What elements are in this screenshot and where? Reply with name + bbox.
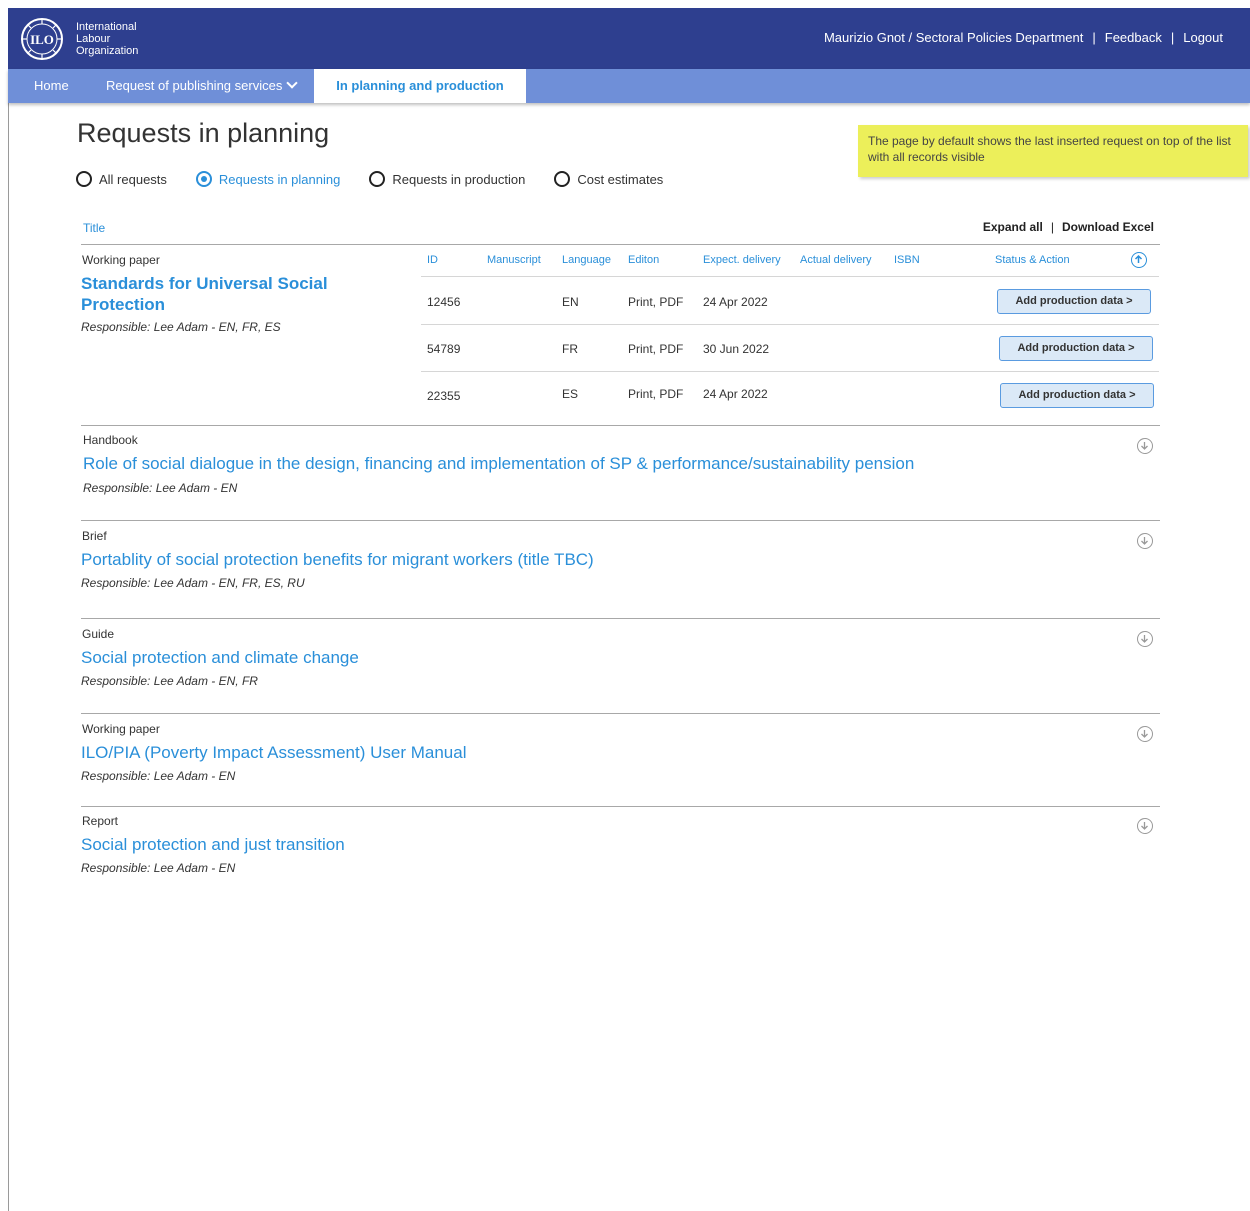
record-title[interactable]: Social protection and climate change	[81, 647, 359, 668]
cell-edition: Print, PDF	[628, 342, 684, 356]
divider	[81, 425, 1160, 426]
cell-id: 54789	[427, 342, 461, 356]
cell-edition: Print, PDF	[628, 295, 684, 309]
record-title[interactable]: Social protection and just transition	[81, 834, 345, 855]
record-title[interactable]: Standards for Universal Social Protectio…	[81, 273, 328, 315]
col-header-status-action: Status & Action	[995, 254, 1070, 266]
filter-radio-group: All requests Requests in planning Reques…	[76, 171, 692, 187]
cell-language: EN	[562, 295, 579, 309]
cell-id: 12456	[427, 295, 461, 309]
page-frame	[8, 8, 1250, 1211]
filter-cost-estimates[interactable]: Cost estimates	[554, 171, 663, 187]
feedback-link[interactable]: Feedback	[1105, 30, 1162, 45]
row-divider	[421, 276, 1159, 277]
org-name-line: International	[76, 21, 137, 33]
record-type: Brief	[82, 529, 107, 543]
record-title[interactable]: Role of social dialogue in the design, f…	[83, 453, 914, 474]
expand-arrow-down-icon[interactable]	[1137, 438, 1153, 454]
cell-language: FR	[562, 342, 578, 356]
expand-arrow-down-icon[interactable]	[1137, 818, 1153, 834]
cell-expect-delivery: 24 Apr 2022	[703, 295, 768, 309]
record-responsible: Responsible: Lee Adam - EN, FR, ES, RU	[81, 576, 305, 590]
cell-expect-delivery: 30 Jun 2022	[703, 342, 770, 356]
radio-label: Requests in production	[392, 171, 526, 187]
col-header-isbn: ISBN	[894, 254, 920, 266]
record-title-line: Standards for Universal Social	[81, 274, 328, 293]
col-header-edition: Editon	[628, 254, 660, 266]
filter-requests-in-planning[interactable]: Requests in planning	[195, 171, 341, 187]
divider	[81, 244, 1160, 245]
nav-request-label: Request of publishing services	[106, 78, 283, 93]
expand-arrow-down-icon[interactable]	[1137, 533, 1153, 549]
svg-text:ILO: ILO	[30, 32, 54, 47]
main-nav: Home Request of publishing services In p…	[8, 69, 1250, 103]
page-title: Requests in planning	[77, 118, 330, 148]
cell-id: 22355	[427, 389, 461, 403]
row-divider	[421, 371, 1159, 372]
separator: |	[1092, 30, 1096, 45]
add-production-data-button[interactable]: Add production data >	[1000, 383, 1154, 408]
divider	[81, 520, 1160, 521]
expand-arrow-down-icon[interactable]	[1137, 631, 1153, 647]
download-excel-link[interactable]: Download Excel	[1062, 220, 1154, 234]
record-type: Working paper	[82, 253, 160, 267]
col-header-id: ID	[427, 254, 438, 266]
record-responsible: Responsible: Lee Adam - EN	[81, 861, 236, 875]
nav-request-publishing[interactable]: Request of publishing services	[106, 69, 298, 103]
filter-requests-in-production[interactable]: Requests in production	[369, 171, 525, 187]
radio-label: Requests in planning	[218, 171, 341, 187]
record-responsible: Responsible: Lee Adam - EN	[81, 769, 236, 783]
row-divider	[421, 324, 1159, 325]
col-header-expect-delivery: Expect. delivery	[703, 254, 781, 266]
record-type: Report	[82, 814, 119, 828]
radio-selected-icon	[195, 171, 212, 187]
record-type: Guide	[82, 627, 115, 641]
table-actions: Expand all | Download Excel	[983, 220, 1154, 234]
separator: |	[1050, 220, 1054, 234]
title-column-header[interactable]: Title	[83, 221, 105, 235]
org-name-line: Organization	[76, 45, 139, 57]
collapse-arrow-up-icon[interactable]	[1131, 252, 1147, 268]
record-title-line: Protection	[81, 295, 166, 314]
radio-icon	[554, 171, 571, 187]
radio-label: Cost estimates	[577, 171, 664, 187]
divider	[81, 713, 1160, 714]
record-type: Handbook	[83, 433, 138, 447]
record-title[interactable]: ILO/PIA (Poverty Impact Assessment) User…	[81, 742, 466, 763]
user-name-link[interactable]: Maurizio Gnot / Sectoral Policies Depart…	[824, 30, 1083, 45]
record-type: Working paper	[82, 722, 160, 736]
record-title[interactable]: Portablity of social protection benefits…	[81, 549, 594, 570]
col-header-language: Language	[562, 254, 611, 266]
radio-label: All requests	[99, 171, 167, 187]
filter-all-requests[interactable]: All requests	[76, 171, 167, 187]
radio-icon	[369, 171, 386, 187]
add-production-data-button[interactable]: Add production data >	[997, 289, 1151, 314]
user-nav: Maurizio Gnot / Sectoral Policies Depart…	[824, 30, 1223, 45]
ilo-logo-icon[interactable]: ILO	[20, 17, 64, 61]
expand-all-link[interactable]: Expand all	[983, 220, 1043, 234]
organization-name: International Labour Organization	[76, 21, 138, 57]
annotation-note: The page by default shows the last inser…	[858, 125, 1248, 177]
expand-arrow-down-icon[interactable]	[1137, 726, 1153, 742]
record-responsible: Responsible: Lee Adam - EN	[83, 481, 238, 495]
cell-edition: Print, PDF	[628, 387, 684, 401]
separator: |	[1170, 30, 1175, 45]
record-responsible: Responsible: Lee Adam - EN, FR	[81, 674, 258, 688]
divider	[81, 806, 1160, 807]
cell-expect-delivery: 24 Apr 2022	[703, 387, 768, 401]
top-header: ILO International Labour Organization Ma…	[8, 8, 1250, 69]
logout-link[interactable]: Logout	[1183, 30, 1223, 45]
record-responsible: Responsible: Lee Adam - EN, FR, ES	[81, 320, 281, 334]
add-production-data-button[interactable]: Add production data >	[999, 336, 1153, 361]
divider	[81, 618, 1160, 619]
org-name-line: Labour	[76, 33, 111, 45]
nav-in-planning-production[interactable]: In planning and production	[314, 69, 526, 103]
nav-home[interactable]: Home	[34, 69, 69, 103]
col-header-actual-delivery: Actual delivery	[800, 254, 872, 266]
col-header-manuscript: Manuscript	[487, 254, 541, 266]
chevron-down-icon	[286, 77, 298, 89]
radio-icon	[76, 171, 92, 187]
cell-language: ES	[562, 387, 579, 401]
